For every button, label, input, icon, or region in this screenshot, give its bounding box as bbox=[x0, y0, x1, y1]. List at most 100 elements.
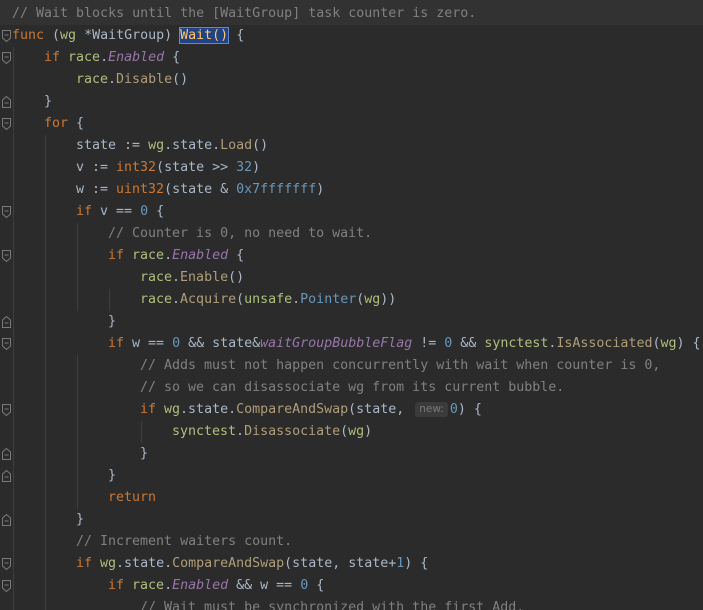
fold-open-icon[interactable] bbox=[2, 30, 11, 42]
dot: . bbox=[100, 50, 109, 65]
type-int32: int32 bbox=[116, 160, 157, 175]
code-line-v-assign[interactable]: v := int32(state >> 32) bbox=[76, 157, 260, 179]
code-line-if-race-enabled-2[interactable]: if race.Enabled { bbox=[108, 245, 244, 267]
code-line-race-enable[interactable]: race.Enable() bbox=[140, 267, 244, 289]
brace-open: { bbox=[148, 204, 165, 219]
fold-close-icon[interactable] bbox=[2, 470, 11, 482]
fold-open-icon[interactable] bbox=[2, 118, 11, 130]
brace-close: } bbox=[44, 94, 53, 109]
fold-close-icon[interactable] bbox=[2, 514, 11, 526]
code-line-race-disable[interactable]: race.Disable() bbox=[76, 69, 188, 91]
number-0: 0 bbox=[172, 336, 181, 351]
dot: . bbox=[292, 292, 301, 307]
state-field: .state. bbox=[116, 556, 173, 571]
code-line-close-brace[interactable]: } bbox=[44, 91, 52, 113]
param-hint-new: new: bbox=[415, 402, 448, 417]
code-line-comment-increment[interactable]: // Increment waiters count. bbox=[76, 531, 292, 553]
code-line-doc-comment[interactable]: // Wait blocks until the [WaitGroup] tas… bbox=[12, 3, 476, 25]
code-line-if-race-enabled-w[interactable]: if race.Enabled && w == 0 { bbox=[108, 575, 324, 597]
code-line-comment-wait-must[interactable]: // Wait must be synchronized with the fi… bbox=[140, 597, 524, 610]
code-line-if-v-zero[interactable]: if v == 0 { bbox=[76, 201, 164, 223]
code-line-close-brace[interactable]: } bbox=[108, 465, 116, 487]
code-line-if-cas-increment[interactable]: if wg.state.CompareAndSwap(state, state+… bbox=[76, 553, 428, 575]
brace-close: } bbox=[76, 512, 85, 527]
fold-open-icon[interactable] bbox=[2, 558, 11, 570]
parens: () bbox=[228, 270, 245, 285]
keyword-if: if bbox=[108, 336, 125, 351]
indent-guide bbox=[13, 47, 14, 610]
code-line-w-assign[interactable]: w := uint32(state & 0x7fffffff) bbox=[76, 179, 324, 201]
dot: . bbox=[172, 292, 181, 307]
keyword-if: if bbox=[76, 204, 93, 219]
cas-args: (state, bbox=[348, 402, 413, 417]
dot: . bbox=[108, 72, 117, 87]
package-race: race bbox=[132, 578, 165, 593]
code-line-comment-adds-must[interactable]: // Adds must not happen concurrently wit… bbox=[140, 355, 660, 377]
w-eq: w == bbox=[124, 336, 173, 351]
and-state: && state& bbox=[180, 336, 261, 351]
code-line-if-w-zero-bubble[interactable]: if w == 0 && state&waitGroupBubbleFlag !… bbox=[108, 333, 701, 355]
package-race: race bbox=[76, 72, 109, 87]
indent-guide bbox=[77, 223, 78, 311]
fold-open-icon[interactable] bbox=[2, 338, 11, 350]
comment: // so we can disassociate wg from its cu… bbox=[140, 380, 565, 395]
keyword-if: if bbox=[108, 578, 125, 593]
receiver-type: *WaitGroup) bbox=[76, 28, 173, 43]
fold-close-icon[interactable] bbox=[2, 96, 11, 108]
number-0: 0 bbox=[300, 578, 309, 593]
brace-open: { bbox=[228, 248, 245, 263]
method-compare-and-swap: CompareAndSwap bbox=[236, 402, 349, 417]
fold-open-icon[interactable] bbox=[2, 206, 11, 218]
fold-open-icon[interactable] bbox=[2, 52, 11, 64]
receiver-wg: wg bbox=[148, 138, 165, 153]
paren-close: ) bbox=[364, 424, 373, 439]
method-disassociate: Disassociate bbox=[244, 424, 341, 439]
brace-open: { bbox=[68, 116, 85, 131]
paren-close-brace: ) { bbox=[676, 336, 701, 351]
keyword-for: for bbox=[44, 116, 69, 131]
code-line-func-signature[interactable]: func (wg *WaitGroup) Wait() { bbox=[12, 25, 244, 47]
brace-open: { bbox=[164, 50, 181, 65]
keyword-return: return bbox=[108, 490, 157, 505]
indent-guide bbox=[141, 421, 142, 443]
code-line-close-brace[interactable]: } bbox=[108, 311, 116, 333]
comment: // Increment waiters count. bbox=[76, 534, 293, 549]
package-race: race bbox=[68, 50, 101, 65]
method-name-highlighted[interactable]: Wait() bbox=[179, 27, 230, 44]
code-line-if-cas[interactable]: if wg.state.CompareAndSwap(state, new: 0)… bbox=[140, 399, 482, 421]
number-0: 0 bbox=[449, 402, 458, 417]
paren-open: ( bbox=[340, 424, 349, 439]
fold-close-icon[interactable] bbox=[2, 316, 11, 328]
code-line-return[interactable]: return bbox=[108, 487, 156, 509]
code-line-race-acquire[interactable]: race.Acquire(unsafe.Pointer(wg)) bbox=[140, 289, 396, 311]
fold-open-icon[interactable] bbox=[2, 404, 11, 416]
number-32: 32 bbox=[236, 160, 253, 175]
paren-close: )) bbox=[380, 292, 397, 307]
field-enabled: Enabled bbox=[108, 50, 165, 65]
state-shift: (state >> bbox=[156, 160, 237, 175]
w-assign: w := bbox=[76, 182, 117, 197]
brace-close: } bbox=[108, 468, 117, 483]
code-line-close-brace[interactable]: } bbox=[76, 509, 84, 531]
receiver-name: wg bbox=[60, 28, 77, 43]
code-editor[interactable]: // Wait blocks until the [WaitGroup] tas… bbox=[0, 0, 703, 610]
dot: . bbox=[236, 424, 245, 439]
keyword-if: if bbox=[108, 248, 125, 263]
paren-close: ) bbox=[252, 160, 261, 175]
code-line-state-load[interactable]: state := wg.state.Load() bbox=[76, 135, 268, 157]
code-line-close-brace[interactable]: } bbox=[140, 443, 148, 465]
fold-open-icon[interactable] bbox=[2, 250, 11, 262]
code-line-disassociate[interactable]: synctest.Disassociate(wg) bbox=[172, 421, 372, 443]
hex-mask: 0x7fffffff bbox=[236, 182, 317, 197]
const-bubble-flag: waitGroupBubbleFlag bbox=[260, 336, 413, 351]
fold-close-icon[interactable] bbox=[2, 448, 11, 460]
receiver-wg: wg bbox=[660, 336, 677, 351]
v-eq: v == bbox=[92, 204, 141, 219]
neq: != bbox=[412, 336, 445, 351]
code-line-for[interactable]: for { bbox=[44, 113, 84, 135]
code-line-comment-so-we[interactable]: // so we can disassociate wg from its cu… bbox=[140, 377, 564, 399]
fold-open-icon[interactable] bbox=[2, 580, 11, 592]
code-line-if-race-enabled[interactable]: if race.Enabled { bbox=[44, 47, 180, 69]
code-line-comment-counter[interactable]: // Counter is 0, no need to wait. bbox=[108, 223, 372, 245]
comment: // Adds must not happen concurrently wit… bbox=[140, 358, 661, 373]
